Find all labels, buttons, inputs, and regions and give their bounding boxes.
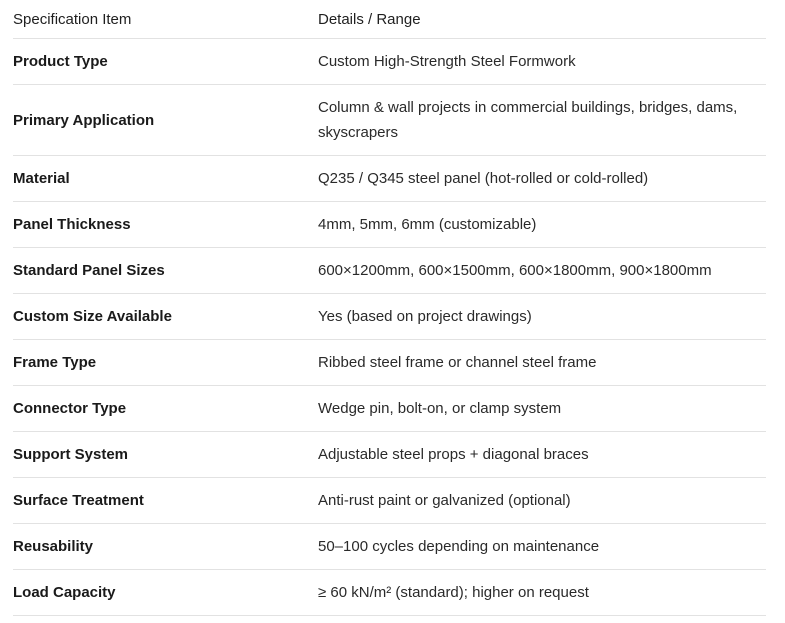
table-row: Reusability 50–100 cycles depending on m… (13, 523, 766, 570)
table-row: Material Q235 / Q345 steel panel (hot-ro… (13, 155, 766, 202)
spec-details: Ribbed steel frame or channel steel fram… (318, 339, 766, 386)
spec-details: Yes (based on project drawings) (318, 293, 766, 340)
spec-item: Standard Panel Sizes (13, 247, 318, 294)
spec-item: Support System (13, 431, 318, 478)
spec-item: Custom Size Available (13, 293, 318, 340)
spec-item: Product Type (13, 38, 318, 85)
spec-details: Column & wall projects in commercial bui… (318, 84, 766, 156)
table-row: Standard Panel Sizes 600×1200mm, 600×150… (13, 247, 766, 294)
spec-details: 4mm, 5mm, 6mm (customizable) (318, 201, 766, 248)
header-details: Details / Range (318, 0, 766, 39)
header-row: Specification Item Details / Range (13, 0, 766, 39)
spec-item: Frame Type (13, 339, 318, 386)
table-row: Support System Adjustable steel props + … (13, 431, 766, 478)
table-body: Product Type Custom High-Strength Steel … (13, 38, 766, 616)
spec-details: Adjustable steel props + diagonal braces (318, 431, 766, 478)
header-item: Specification Item (13, 0, 318, 39)
spec-item: Reusability (13, 523, 318, 570)
spec-details: ≥ 60 kN/m² (standard); higher on request (318, 569, 766, 616)
spec-details: Anti-rust paint or galvanized (optional) (318, 477, 766, 524)
spec-item: Connector Type (13, 385, 318, 432)
spec-table: Specification Item Details / Range Produ… (13, 0, 766, 616)
table-row: Panel Thickness 4mm, 5mm, 6mm (customiza… (13, 201, 766, 248)
table-row: Product Type Custom High-Strength Steel … (13, 38, 766, 85)
spec-item: Surface Treatment (13, 477, 318, 524)
spec-details: Custom High-Strength Steel Formwork (318, 38, 766, 85)
spec-item: Load Capacity (13, 569, 318, 616)
table-row: Connector Type Wedge pin, bolt-on, or cl… (13, 385, 766, 432)
spec-item: Material (13, 155, 318, 202)
spec-item: Primary Application (13, 84, 318, 156)
spec-details: 50–100 cycles depending on maintenance (318, 523, 766, 570)
spec-details: Wedge pin, bolt-on, or clamp system (318, 385, 766, 432)
spec-details: 600×1200mm, 600×1500mm, 600×1800mm, 900×… (318, 247, 766, 294)
table-header: Specification Item Details / Range (13, 0, 766, 39)
table-row: Load Capacity ≥ 60 kN/m² (standard); hig… (13, 569, 766, 616)
table-row: Frame Type Ribbed steel frame or channel… (13, 339, 766, 386)
table-row: Surface Treatment Anti-rust paint or gal… (13, 477, 766, 524)
spec-details: Q235 / Q345 steel panel (hot-rolled or c… (318, 155, 766, 202)
table-row: Primary Application Column & wall projec… (13, 84, 766, 156)
table-row: Custom Size Available Yes (based on proj… (13, 293, 766, 340)
spec-item: Panel Thickness (13, 201, 318, 248)
